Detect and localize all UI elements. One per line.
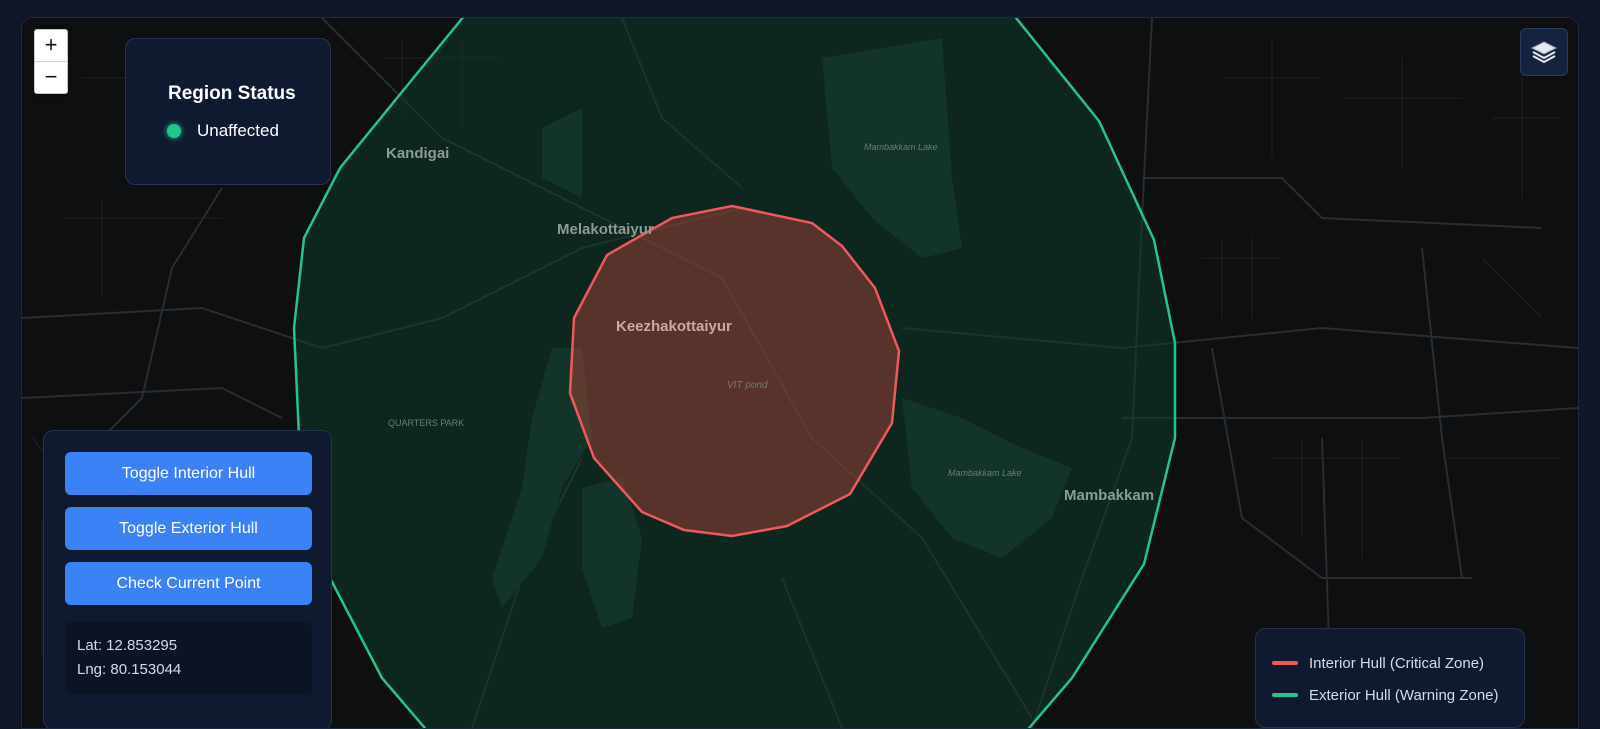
- check-current-point-button[interactable]: Check Current Point: [65, 562, 312, 605]
- zoom-out-button[interactable]: −: [35, 61, 67, 93]
- exterior-hull-swatch: [1272, 693, 1298, 697]
- zoom-control: + −: [34, 29, 68, 94]
- place-label-melakottaiyur: Melakottaiyur: [557, 221, 654, 238]
- place-label-kandigai: Kandigai: [386, 145, 449, 162]
- place-label-keezhakottaiyur: Keezhakottaiyur: [616, 318, 732, 335]
- coordinates-readout: Lat: 12.853295 Lng: 80.153044: [65, 622, 312, 694]
- region-status-row: Unaffected: [167, 121, 330, 141]
- place-label-vit-pond: VIT pond: [727, 380, 768, 391]
- legend-label-exterior: Exterior Hull (Warning Zone): [1309, 686, 1499, 704]
- toggle-interior-hull-button[interactable]: Toggle Interior Hull: [65, 452, 312, 495]
- place-label-mambakkam-lake-north: Mambakkam Lake: [864, 142, 938, 152]
- latitude-text: Lat: 12.853295: [77, 637, 178, 654]
- hull-control-panel: Toggle Interior Hull Toggle Exterior Hul…: [43, 430, 332, 728]
- place-label-quarters-park: QUARTERS PARK: [388, 418, 464, 428]
- place-label-mambakkam-lake-south: Mambakkam Lake: [948, 468, 1022, 478]
- layers-icon: [1530, 41, 1558, 64]
- status-dot-icon: [167, 124, 181, 138]
- interior-hull[interactable]: [568, 204, 901, 538]
- zoom-in-button[interactable]: +: [35, 30, 67, 61]
- region-status-panel: Region Status Unaffected: [125, 38, 331, 185]
- place-label-mambakkam: Mambakkam: [1064, 487, 1154, 504]
- map-container[interactable]: Kandigai Melakottaiyur Keezhakottaiyur M…: [21, 17, 1579, 729]
- region-status-text: Unaffected: [197, 121, 279, 140]
- region-status-title: Region Status: [168, 83, 296, 104]
- legend-item-exterior: Exterior Hull (Warning Zone): [1272, 679, 1524, 711]
- legend-label-interior: Interior Hull (Critical Zone): [1309, 654, 1485, 672]
- layers-button[interactable]: [1520, 28, 1568, 76]
- toggle-exterior-hull-button[interactable]: Toggle Exterior Hull: [65, 507, 312, 550]
- map-legend: Interior Hull (Critical Zone) Exterior H…: [1255, 628, 1525, 728]
- interior-hull-swatch: [1272, 661, 1298, 665]
- legend-item-interior: Interior Hull (Critical Zone): [1272, 647, 1524, 679]
- longitude-text: Lng: 80.153044: [77, 661, 182, 678]
